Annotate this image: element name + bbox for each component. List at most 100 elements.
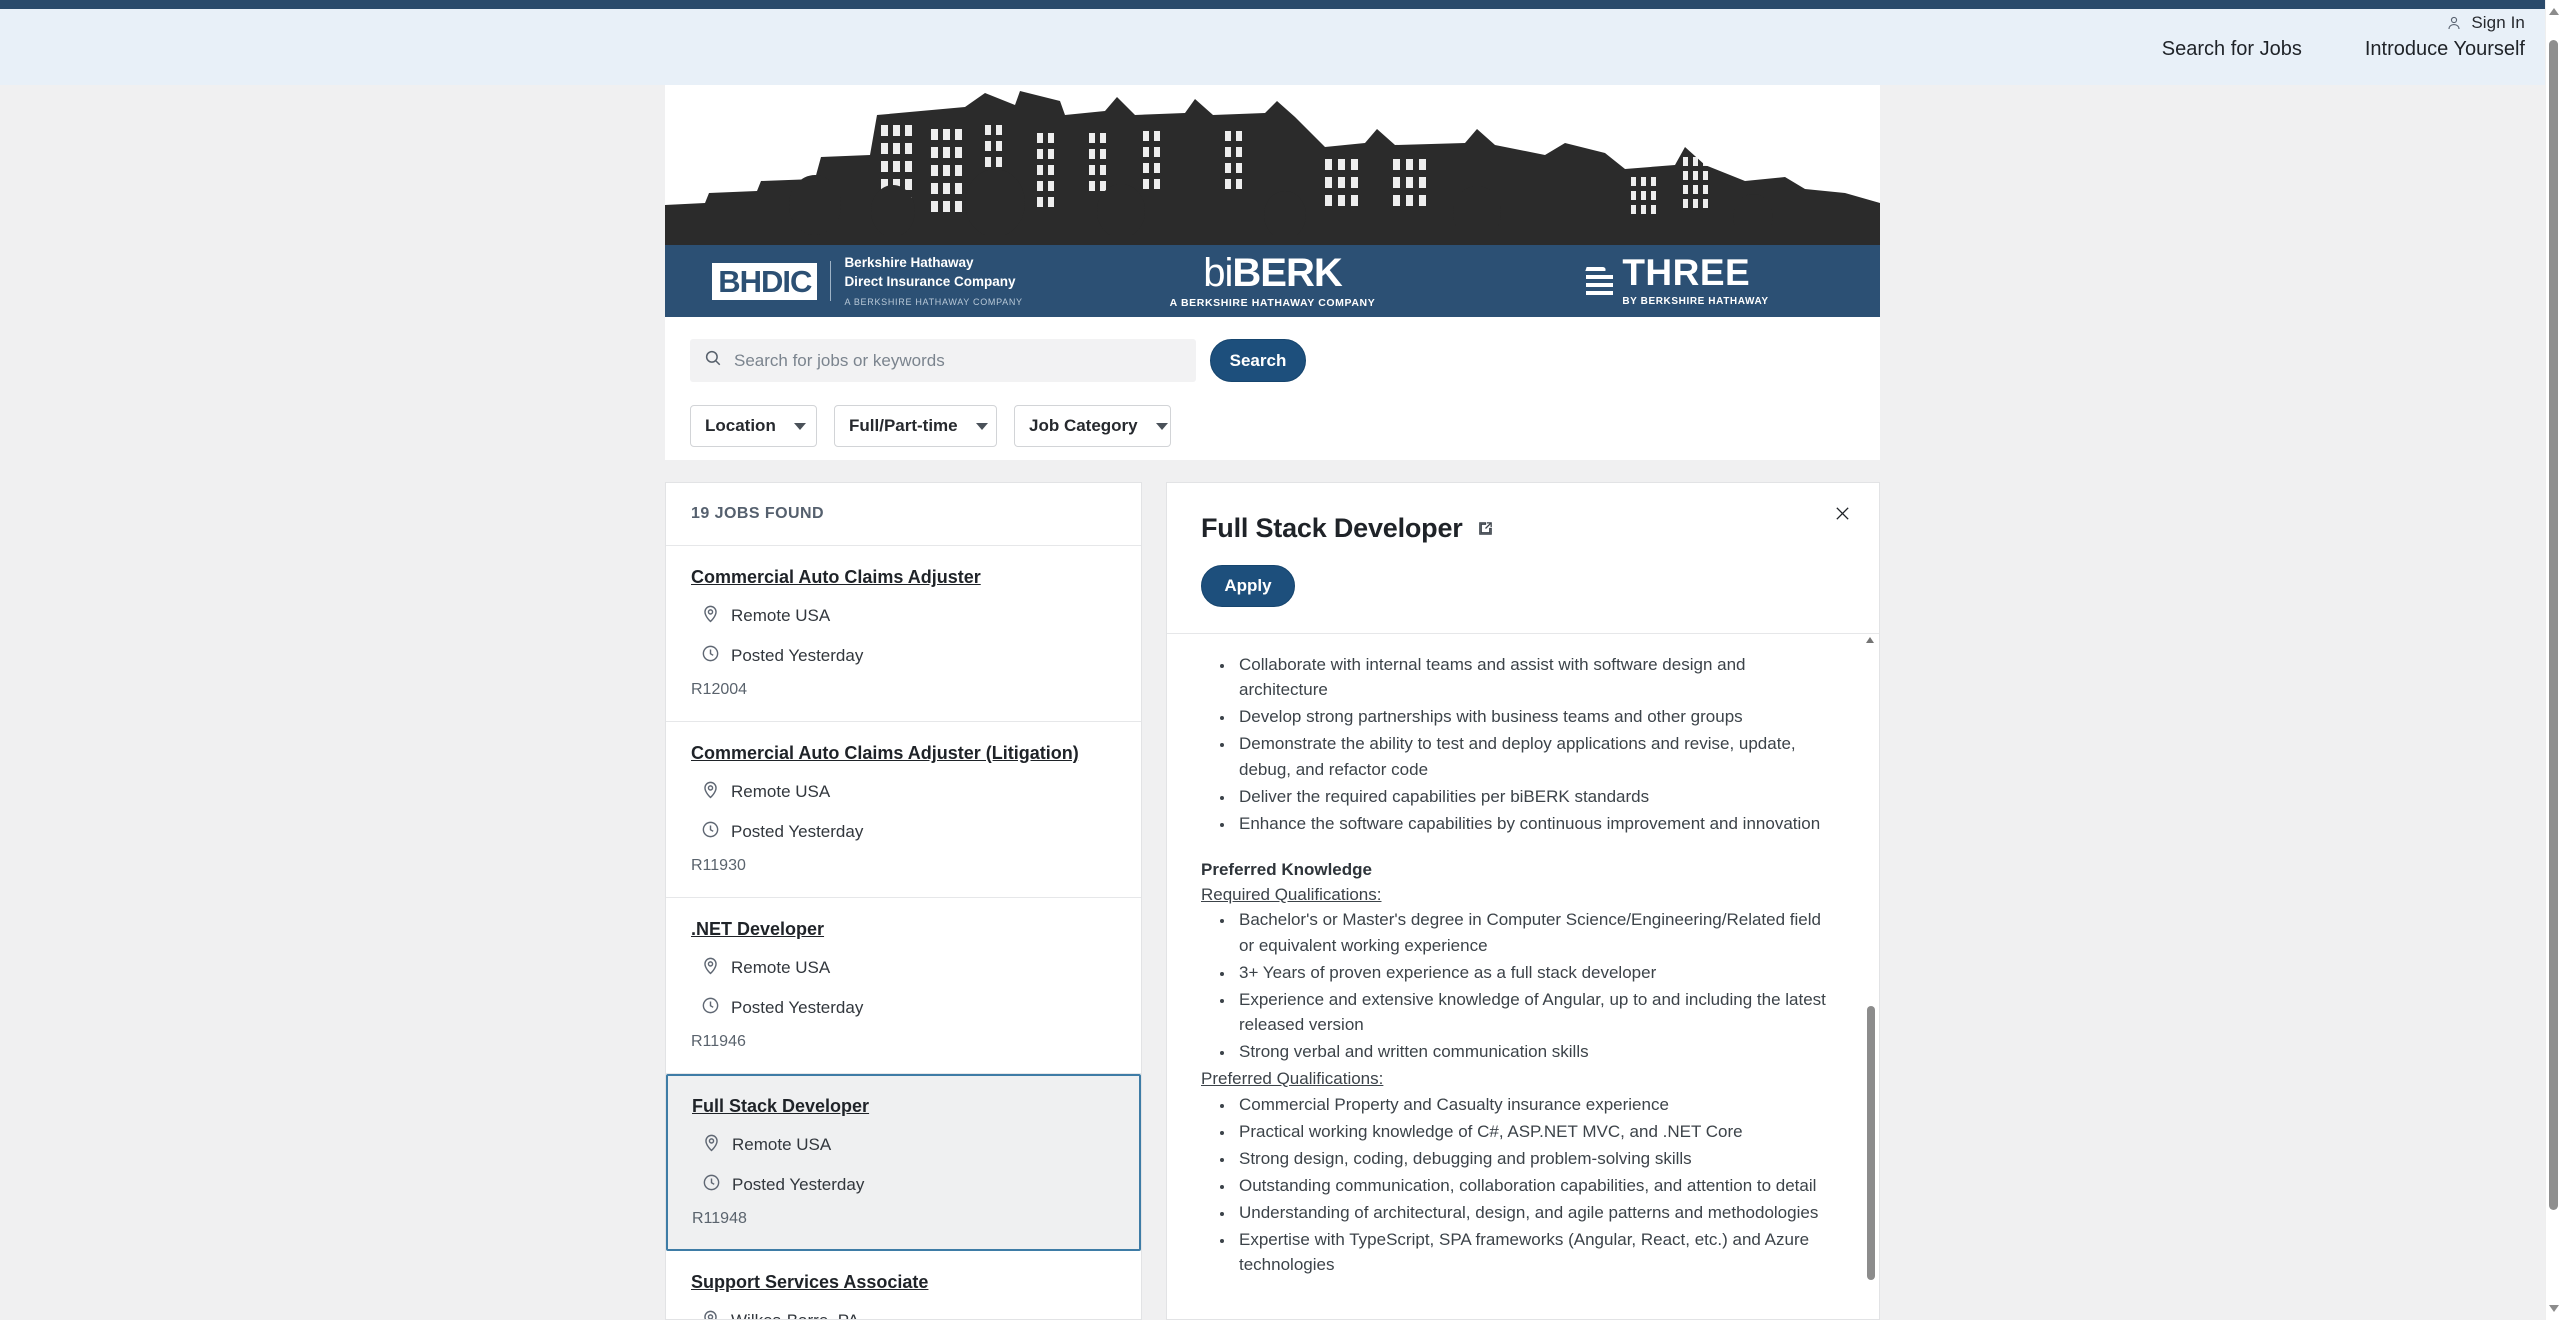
biberk-tagline: A BERKSHIRE HATHAWAY COMPANY <box>1169 297 1376 309</box>
job-location: Remote USA <box>691 604 1116 628</box>
clock-icon <box>701 996 720 1020</box>
preferred-qualifications-list: Commercial Property and Casualty insuran… <box>1225 1092 1831 1278</box>
job-location-text: Wilkes-Barre, PA <box>731 1311 859 1319</box>
job-title-link[interactable]: Support Services Associate <box>691 1272 928 1293</box>
job-detail-panel: Full Stack Developer Apply Collaborate w… <box>1166 482 1880 1320</box>
close-icon <box>1834 505 1851 527</box>
required-qualifications-heading: Required Qualifications: <box>1201 885 1382 905</box>
logo-divider <box>830 261 832 301</box>
job-req-id: R11948 <box>692 1210 747 1227</box>
search-field-wrapper[interactable] <box>690 339 1196 382</box>
location-pin-icon <box>701 1309 720 1319</box>
chevron-down-icon <box>793 422 806 430</box>
filter-full-part-time-label: Full/Part-time <box>849 416 958 435</box>
search-icon <box>704 349 722 372</box>
cityscape-illustration <box>665 85 1880 245</box>
filter-bar: Location Full/Part-time Job Category <box>690 405 1855 447</box>
detail-panel-scrollbar[interactable] <box>1864 634 1877 1280</box>
logo-three: THREE BY BERKSHIRE HATHAWAY <box>1475 245 1880 317</box>
list-item: Strong design, coding, debugging and pro… <box>1235 1146 1831 1171</box>
job-results-list[interactable]: 19 JOBS FOUND Commercial Auto Claims Adj… <box>665 482 1142 1320</box>
filter-job-category-label: Job Category <box>1029 416 1138 435</box>
scroll-up-arrow-icon[interactable] <box>1866 637 1874 643</box>
list-item: Develop strong partnerships with busines… <box>1235 704 1831 729</box>
scrollbar-thumb[interactable] <box>2549 40 2558 1210</box>
jobs-found-count: 19 JOBS FOUND <box>666 483 1141 546</box>
search-button[interactable]: Search <box>1210 339 1306 382</box>
list-item: Strong verbal and written communication … <box>1235 1039 1831 1064</box>
job-location-text: Remote USA <box>732 1135 832 1154</box>
filter-job-category[interactable]: Job Category <box>1014 405 1171 447</box>
clock-icon <box>701 820 720 844</box>
scrollbar-thumb[interactable] <box>1866 1006 1875 1280</box>
bhdic-name-line2: Direct Insurance Company <box>844 274 1016 290</box>
list-item: Bachelor's or Master's degree in Compute… <box>1235 907 1831 957</box>
browser-scrollbar[interactable] <box>2545 0 2560 1320</box>
job-list-item-3-selected[interactable]: Full Stack Developer Remote USA Posted Y… <box>666 1074 1141 1251</box>
sign-in-link[interactable]: Sign In <box>2446 9 2525 37</box>
job-description-body[interactable]: Collaborate with internal teams and assi… <box>1167 634 1879 1280</box>
chevron-down-icon <box>975 422 988 430</box>
job-posted-text: Posted Yesterday <box>731 646 864 665</box>
job-location-text: Remote USA <box>731 958 831 977</box>
job-posted-text: Posted Yesterday <box>732 1175 865 1194</box>
job-list-item-0[interactable]: Commercial Auto Claims Adjuster Remote U… <box>666 546 1141 722</box>
location-pin-icon <box>701 604 720 628</box>
main-nav: Search for Jobs Introduce Yourself <box>2162 38 2525 61</box>
sign-in-label: Sign In <box>2471 13 2525 32</box>
bhdic-tagline: A BERKSHIRE HATHAWAY COMPANY <box>844 297 1023 308</box>
nav-item-search-for-jobs[interactable]: Search for Jobs <box>2162 38 2302 61</box>
job-req-id: R12004 <box>691 681 748 698</box>
clipped-text-fragment <box>1201 644 1831 652</box>
job-posted: Posted Yesterday <box>691 644 1116 668</box>
location-pin-icon <box>701 956 720 980</box>
apply-button[interactable]: Apply <box>1201 565 1295 607</box>
job-posted: Posted Yesterday <box>691 820 1116 844</box>
bhdic-name: Berkshire Hathaway Direct Insurance Comp… <box>844 253 1022 309</box>
chevron-down-icon <box>1155 422 1168 430</box>
job-location: Remote USA <box>692 1133 1115 1157</box>
close-panel-button[interactable] <box>1827 501 1857 531</box>
job-title-link[interactable]: .NET Developer <box>691 919 824 940</box>
location-pin-icon <box>701 780 720 804</box>
top-accent-strip <box>0 0 2545 9</box>
external-link-icon[interactable] <box>1477 520 1494 537</box>
scroll-up-arrow-icon[interactable] <box>2549 8 2559 15</box>
list-item: Commercial Property and Casualty insuran… <box>1235 1092 1831 1117</box>
preferred-qualifications-heading: Preferred Qualifications: <box>1201 1069 1384 1089</box>
logo-biberk: biBERK A BERKSHIRE HATHAWAY COMPANY <box>1070 245 1475 317</box>
cityscape-banner <box>665 85 1880 245</box>
biberk-prefix: bi <box>1203 251 1233 295</box>
job-req-id: R11930 <box>691 857 746 874</box>
list-item: Experience and extensive knowledge of An… <box>1235 987 1831 1037</box>
three-wordmark: THREE <box>1622 251 1751 293</box>
job-title-link[interactable]: Full Stack Developer <box>692 1096 869 1117</box>
clock-icon <box>701 644 720 668</box>
job-posted: Posted Yesterday <box>692 1173 1115 1197</box>
list-item: Expertise with TypeScript, SPA framework… <box>1235 1227 1831 1277</box>
location-pin-icon <box>702 1133 721 1157</box>
list-item: Demonstrate the ability to test and depl… <box>1235 731 1831 781</box>
job-title-link[interactable]: Commercial Auto Claims Adjuster <box>691 567 981 588</box>
search-panel: Search Location Full/Part-time Job Categ… <box>665 317 1880 460</box>
job-detail-header: Full Stack Developer Apply <box>1167 483 1879 633</box>
filter-full-part-time[interactable]: Full/Part-time <box>834 405 997 447</box>
three-bars-icon <box>1585 267 1614 295</box>
job-list-item-2[interactable]: .NET Developer Remote USA Posted Yesterd… <box>666 898 1141 1074</box>
clock-icon <box>702 1173 721 1197</box>
job-list-item-4[interactable]: Support Services Associate Wilkes-Barre,… <box>666 1251 1141 1319</box>
three-tagline: BY BERKSHIRE HATHAWAY <box>1622 295 1769 307</box>
bhdic-mark: BHDIC <box>712 262 818 300</box>
job-location-text: Remote USA <box>731 782 831 801</box>
scroll-down-arrow-icon[interactable] <box>2549 1305 2559 1312</box>
search-input[interactable] <box>734 350 1182 371</box>
brand-logo-bar: BHDIC Berkshire Hathaway Direct Insuranc… <box>665 245 1880 317</box>
job-list-item-1[interactable]: Commercial Auto Claims Adjuster (Litigat… <box>666 722 1141 898</box>
job-location-text: Remote USA <box>731 606 831 625</box>
filter-location[interactable]: Location <box>690 405 817 447</box>
job-req-id: R11946 <box>691 1033 746 1050</box>
nav-item-introduce-yourself[interactable]: Introduce Yourself <box>2365 38 2525 61</box>
page-content-column: BHDIC Berkshire Hathaway Direct Insuranc… <box>665 85 1880 1320</box>
job-title-link[interactable]: Commercial Auto Claims Adjuster (Litigat… <box>691 743 1079 764</box>
list-item: 3+ Years of proven experience as a full … <box>1235 960 1831 985</box>
